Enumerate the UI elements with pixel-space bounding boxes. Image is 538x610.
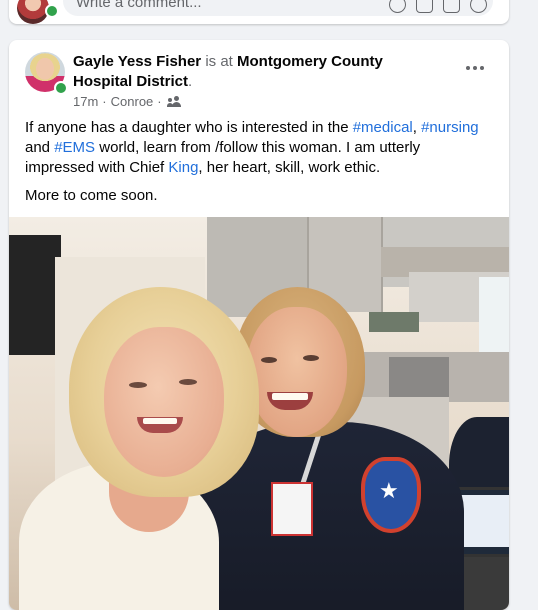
camera-icon[interactable]	[416, 0, 433, 13]
post-header: Gayle Yess Fisher is at Montgomery Count…	[73, 52, 443, 92]
mention-king[interactable]: King	[168, 159, 198, 176]
gif-icon[interactable]	[443, 0, 460, 13]
comment-input[interactable]: Write a comment...	[63, 0, 493, 16]
emoji-icon[interactable]	[389, 0, 406, 13]
author-name[interactable]: Gayle Yess Fisher	[73, 53, 201, 70]
comment-tools	[389, 0, 487, 13]
post-paragraph: If anyone has a daughter who is interest…	[25, 118, 485, 178]
body-text-segment: If anyone has a daughter who is interest…	[25, 119, 353, 136]
friends-icon[interactable]	[166, 96, 182, 107]
hashtag-nursing[interactable]: #nursing	[421, 119, 479, 136]
post-location[interactable]: Conroe	[111, 94, 154, 109]
post-body: If anyone has a daughter who is interest…	[25, 118, 485, 214]
comment-placeholder: Write a comment...	[76, 0, 202, 11]
online-status-dot	[54, 81, 68, 95]
sticker-icon[interactable]	[470, 0, 487, 13]
place-suffix: .	[188, 73, 193, 90]
body-text-segment: ,	[412, 119, 422, 136]
more-options-button[interactable]	[461, 58, 489, 78]
dot-icon	[480, 66, 484, 70]
post-photo[interactable]: ★	[9, 217, 509, 610]
online-status-dot	[45, 4, 59, 18]
is-at-label: is at	[205, 53, 233, 70]
post-card: Gayle Yess Fisher is at Montgomery Count…	[9, 40, 509, 610]
body-text-segment: , her heart, skill, work ethic.	[198, 159, 381, 176]
hashtag-ems[interactable]: #EMS	[54, 139, 95, 156]
post-meta: 17m · Conroe ·	[73, 94, 182, 109]
meta-separator: ·	[157, 94, 162, 109]
post-time[interactable]: 17m	[73, 94, 98, 109]
dot-icon	[473, 66, 477, 70]
post-paragraph: More to come soon.	[25, 187, 158, 204]
meta-separator: ·	[102, 94, 107, 109]
body-text-segment: and	[25, 139, 55, 156]
hashtag-medical[interactable]: #medical	[353, 119, 413, 136]
dot-icon	[466, 66, 470, 70]
